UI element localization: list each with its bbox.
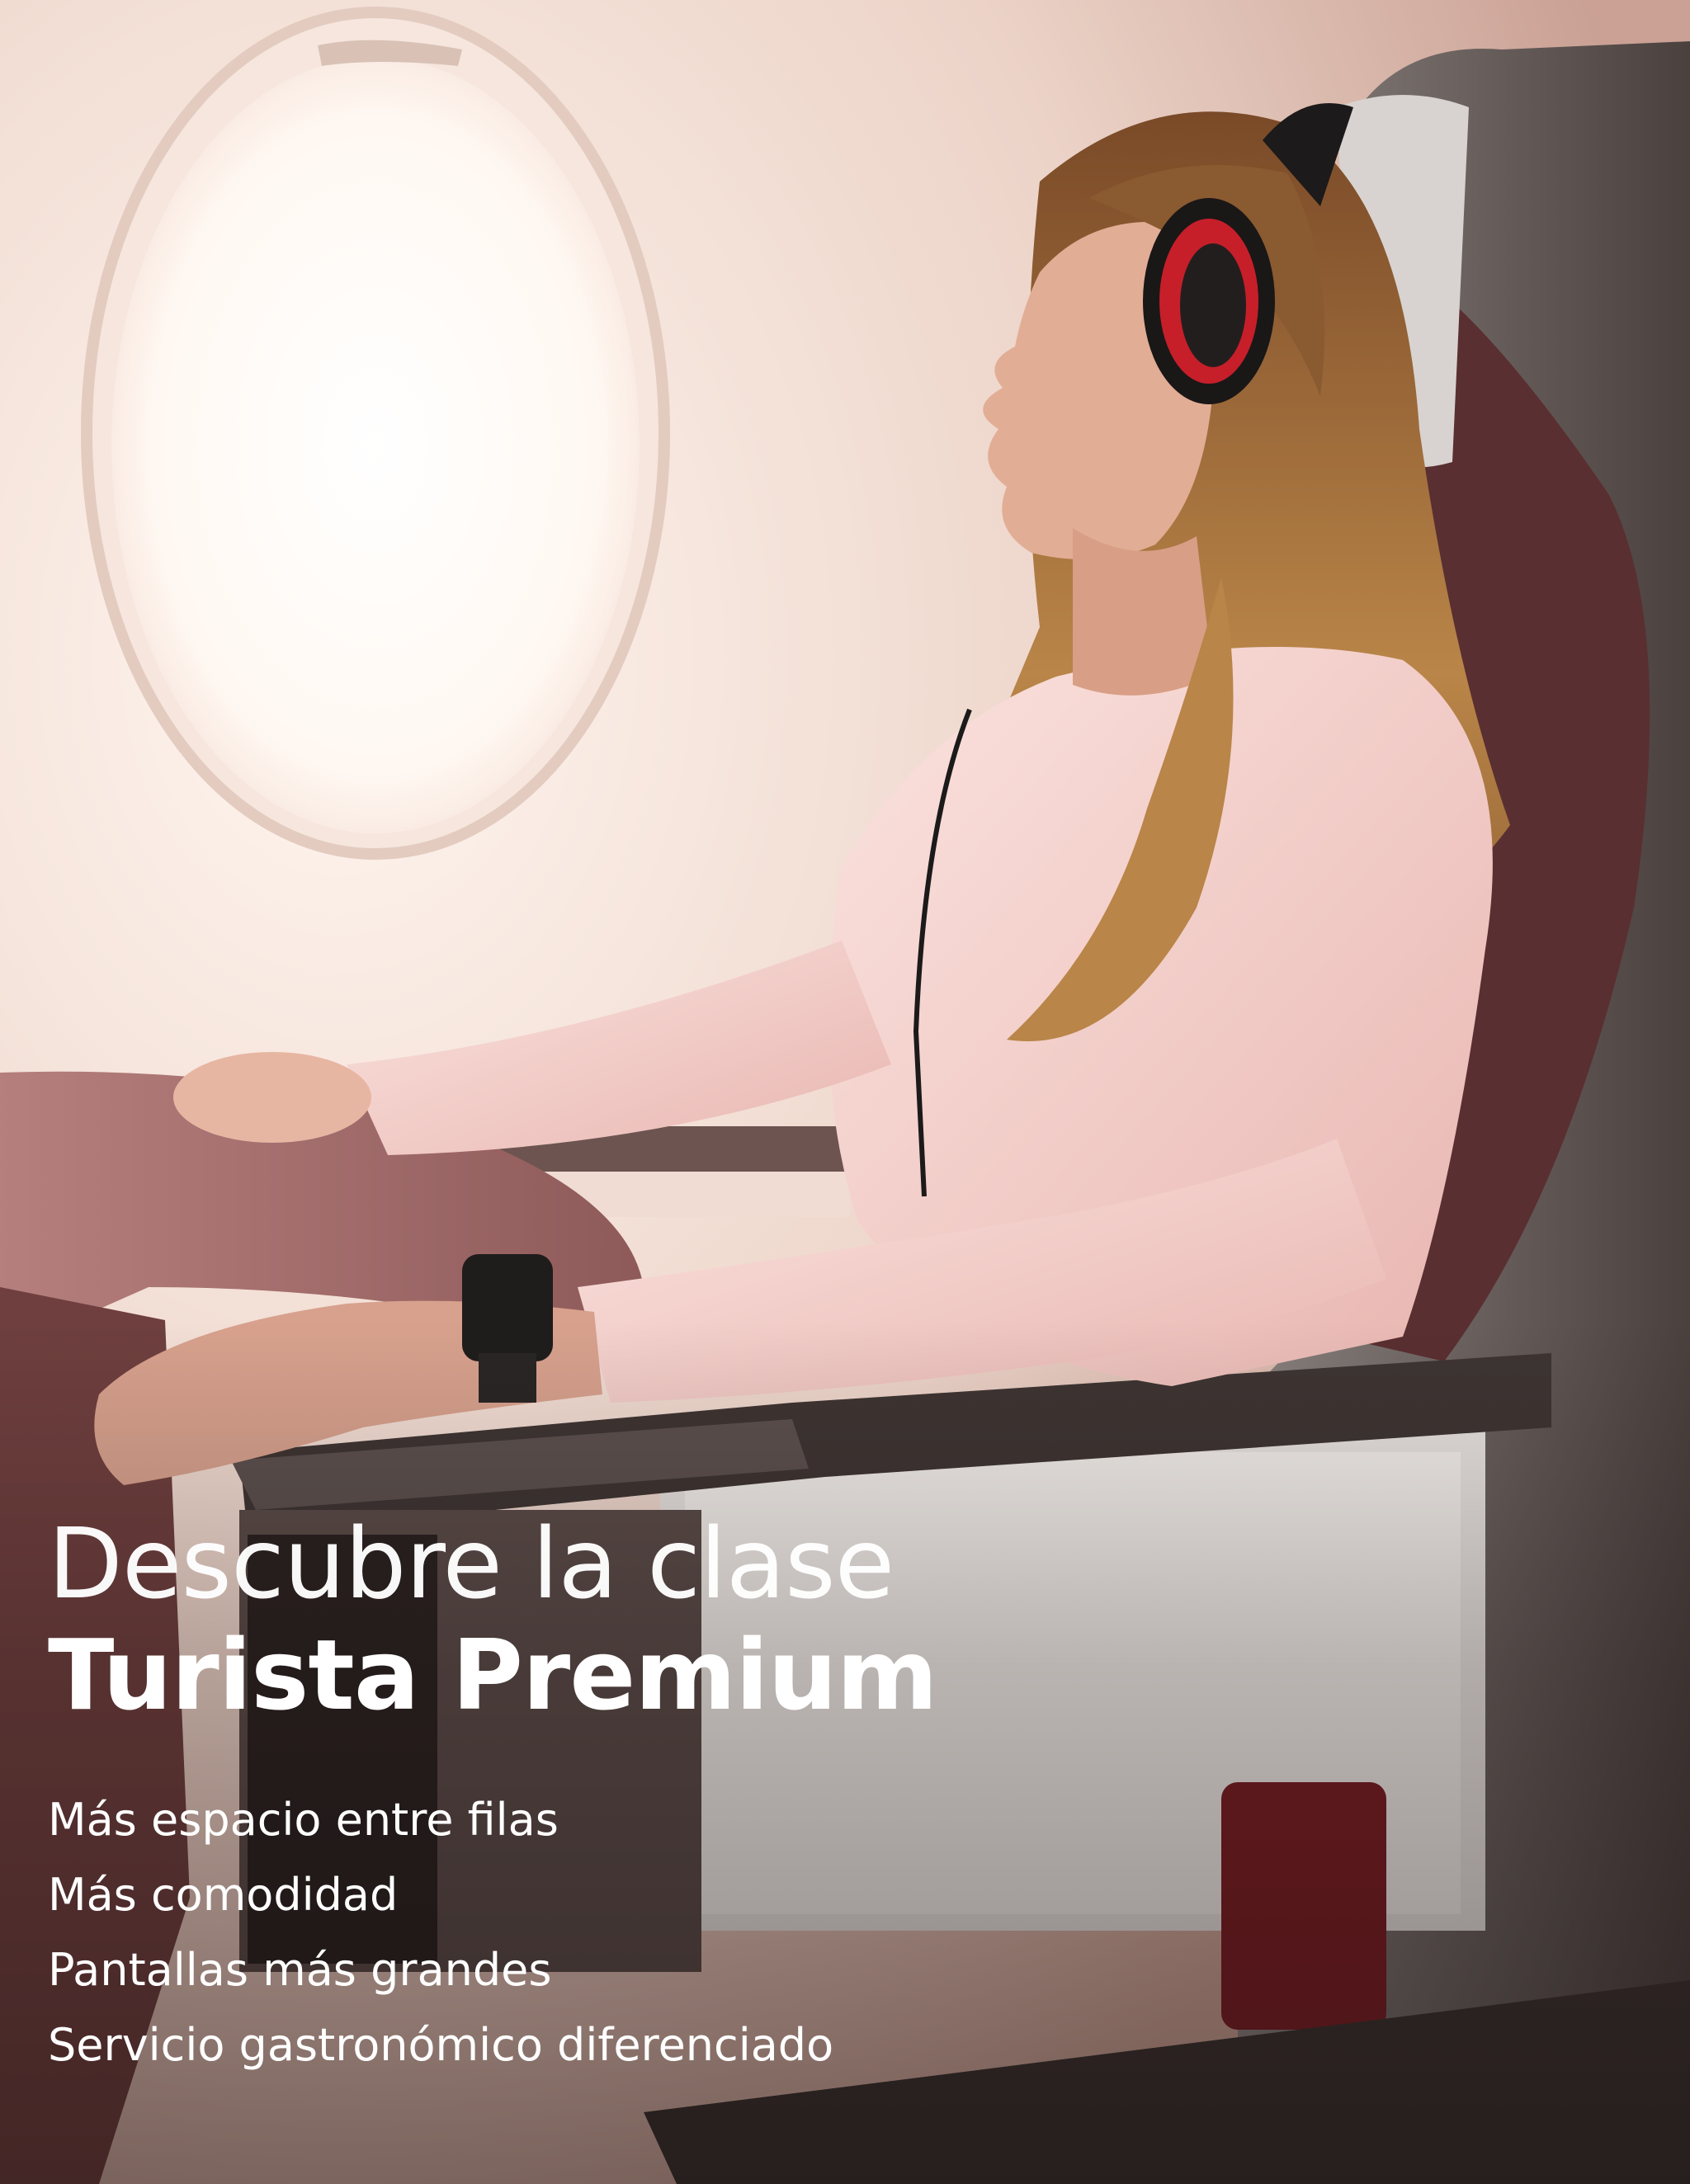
promo-page: Descubre la clase Turista Premium Más es…	[0, 0, 1690, 2184]
promo-text-block: Descubre la clase Turista Premium Más es…	[48, 1510, 1038, 2083]
headline-line-1: Descubre la clase	[48, 1507, 895, 1620]
feature-item: Más comodidad	[48, 1869, 399, 1921]
feature-item: Pantallas más grandes	[48, 1944, 552, 1996]
feature-item: Servicio gastronómico diferenciado	[48, 2019, 834, 2071]
airplane-window	[81, 7, 670, 860]
feature-list: Más espacio entre filas Más comodidad Pa…	[48, 1782, 1038, 2083]
feature-item: Más espacio entre filas	[48, 1794, 559, 1846]
headline-line-2: Turista Premium	[48, 1618, 938, 1732]
